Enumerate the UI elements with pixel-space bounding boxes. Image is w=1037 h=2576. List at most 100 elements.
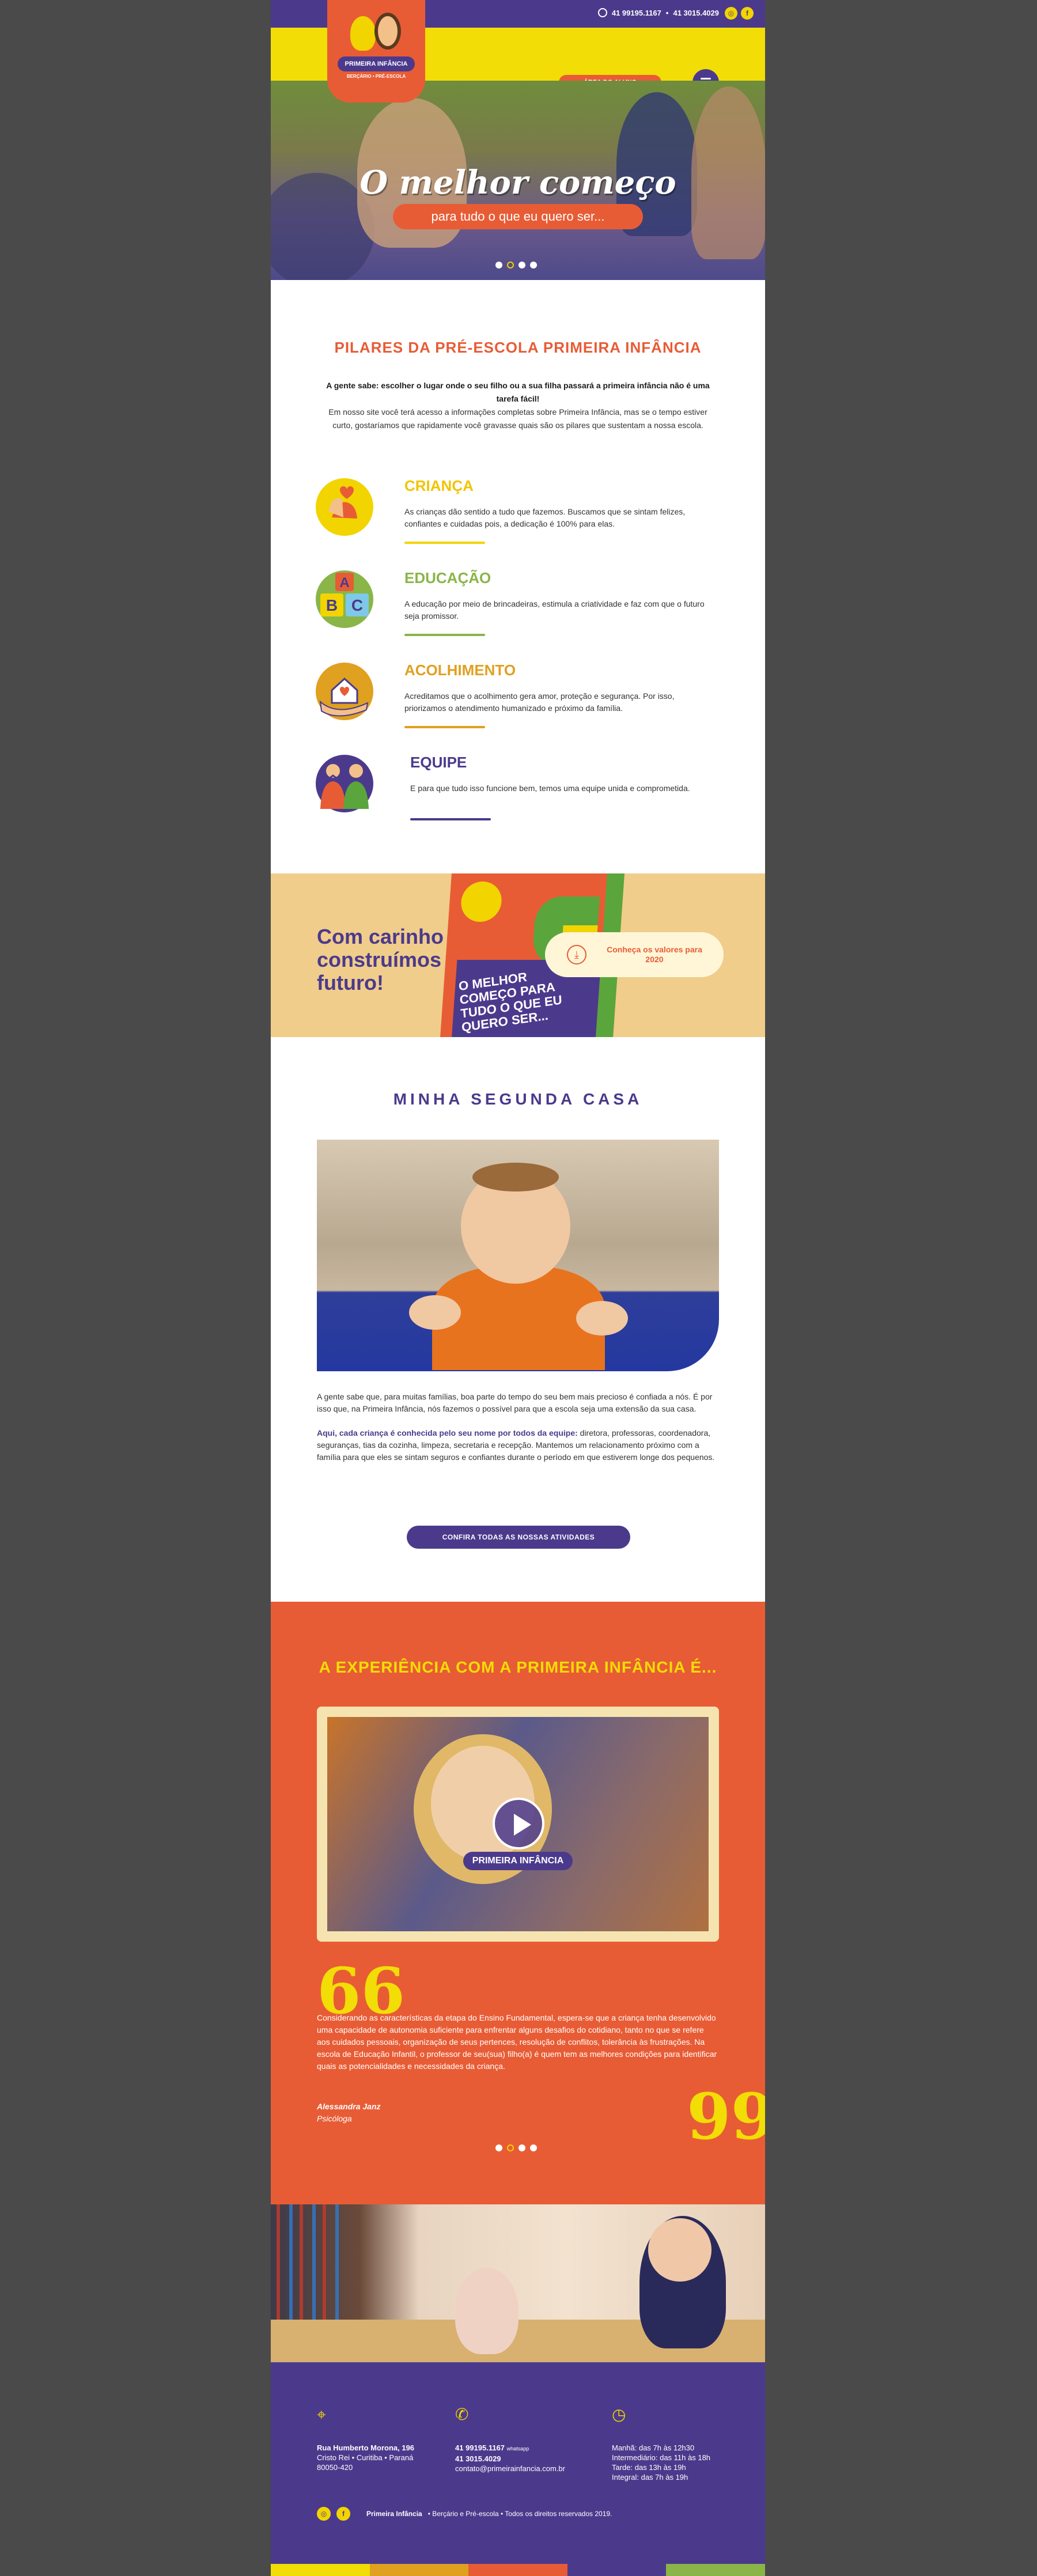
location-pin-icon: ⌖ — [317, 2405, 326, 2423]
valores-banner: Com carinho construímos o futuro! O MELH… — [271, 873, 765, 1037]
footer-hours: Manhã: das 7h às 12h30 Intermediário: da… — [612, 2443, 710, 2482]
house-hand-icon — [316, 663, 373, 720]
pillar-text: E para que tudo isso funcione bem, temos… — [410, 784, 690, 793]
pillar-educacao: A B C EDUCAÇÃO A educação por meio de br… — [315, 569, 729, 650]
slide-dot-active[interactable] — [507, 2144, 514, 2151]
pillar-text: A educação por meio de brincadeiras, est… — [404, 599, 705, 621]
casa-text: A gente sabe que, para muitas famílias, … — [317, 1391, 719, 1463]
atividades-button[interactable]: CONFIRA TODAS AS NOSSAS ATIVIDADES — [407, 1526, 630, 1549]
testimonial-pagination — [495, 2144, 537, 2151]
download-valores-button[interactable]: ⤓ Conheça os valores para 2020 — [545, 932, 724, 977]
facebook-icon[interactable]: f — [336, 2507, 350, 2521]
casa-title: MINHA SEGUNDA CASA — [393, 1090, 643, 1108]
phone-fixed[interactable]: 41 3015.4029 — [673, 9, 719, 17]
phone-whatsapp[interactable]: 41 99195.1167 — [612, 9, 661, 17]
hands-heart-icon — [316, 478, 373, 536]
hours-line: Manhã: das 7h às 12h30 — [612, 2443, 695, 2452]
download-icon: ⤓ — [567, 945, 586, 964]
hero-headline: O melhor começo — [359, 164, 676, 202]
open-quote-icon: 66 — [317, 1954, 406, 2028]
logo-subtitle: BERÇÁRIO • PRÉ-ESCOLA — [346, 74, 406, 79]
video-frame: PRIMEIRA INFÂNCIA — [317, 1707, 719, 1942]
pillar-title: EQUIPE — [410, 754, 467, 771]
footer-bottom: ◎ f Primeira Infância • Berçário e Pré-e… — [317, 2505, 612, 2522]
copyright-brand: Primeira Infância — [366, 2510, 422, 2518]
hours-line: Integral: das 7h às 19h — [612, 2473, 688, 2482]
hero-slider: O melhor começo para tudo o que eu quero… — [271, 81, 765, 280]
footer-phone[interactable]: 41 99195.1167 — [455, 2443, 505, 2452]
slide-dot[interactable] — [518, 262, 525, 268]
download-label: Conheça os valores para 2020 — [607, 945, 702, 964]
address-line: Cristo Rei • Curitiba • Paraná — [317, 2453, 414, 2462]
whatsapp-icon — [597, 8, 607, 17]
testimonial-quote: Considerando as características da etapa… — [317, 2013, 717, 2071]
pillar-underline — [404, 726, 485, 728]
svg-text:B: B — [326, 596, 338, 614]
whatsapp-icon: ✆ — [455, 2405, 469, 2423]
team-icon — [316, 755, 373, 812]
pillar-title: ACOLHIMENTO — [404, 661, 516, 679]
play-icon[interactable] — [493, 1798, 544, 1849]
clock-icon: ◷ — [612, 2405, 626, 2423]
casa-paragraph: A gente sabe que, para muitas famílias, … — [317, 1392, 713, 1413]
copyright-text: • Berçário e Pré-escola • Todos os direi… — [427, 2510, 612, 2518]
logo[interactable]: PRIMEIRA INFÂNCIA BERÇÁRIO • PRÉ-ESCOLA — [327, 0, 425, 103]
hours-line: Intermediário: das 11h às 18h — [612, 2453, 711, 2462]
footer: ⌖ ✆ ◷ Rua Humberto Morona, 196 Cristo Re… — [271, 2362, 765, 2564]
instagram-icon[interactable]: ◎ — [317, 2507, 331, 2521]
svg-text:A: A — [339, 575, 349, 591]
footer-color-bar — [271, 2564, 765, 2576]
pillar-underline — [404, 542, 485, 544]
svg-text:C: C — [351, 596, 363, 614]
brochure-logo — [460, 882, 503, 922]
author-name: Alessandra Janz — [317, 2102, 381, 2111]
hero-pagination — [495, 262, 537, 268]
pilares-title: PILARES DA PRÉ-ESCOLA PRIMEIRA INFÂNCIA — [334, 339, 702, 356]
author-role: Psicóloga — [317, 2114, 352, 2123]
intro-text: Em nosso site você terá acesso a informa… — [328, 407, 707, 430]
slide-dot-active[interactable] — [507, 262, 514, 268]
slide-dot[interactable] — [518, 2144, 525, 2151]
pillar-underline — [410, 818, 491, 820]
whatsapp-note: whatsapp — [506, 2446, 529, 2452]
instagram-icon[interactable]: ◎ — [725, 7, 737, 20]
intro-bold: A gente sabe: escolher o lugar onde o se… — [326, 381, 710, 403]
experiencia-title: A EXPERIÊNCIA COM A PRIMEIRA INFÂNCIA É.… — [319, 1658, 717, 1676]
casa-paragraph: Aqui, cada criança é conhecida pelo seu … — [317, 1427, 719, 1463]
slide-dot[interactable] — [495, 2144, 502, 2151]
footer-contact: 41 99195.1167 whatsapp 41 3015.4029 cont… — [455, 2443, 565, 2473]
logo-kids-illustration — [350, 10, 402, 56]
abc-blocks-icon: A B C — [316, 570, 373, 628]
pillar-text: Acreditamos que o acolhimento gera amor,… — [404, 691, 675, 713]
baby-photo — [317, 1140, 719, 1371]
pilares-intro: A gente sabe: escolher o lugar onde o se… — [319, 379, 717, 432]
address-line: Rua Humberto Morona, 196 — [317, 2443, 415, 2452]
pillar-equipe: EQUIPE E para que tudo isso funcione bem… — [315, 754, 729, 834]
video-thumbnail[interactable]: PRIMEIRA INFÂNCIA — [327, 1717, 709, 1931]
slide-dot[interactable] — [530, 262, 537, 268]
experiencia-section: A EXPERIÊNCIA COM A PRIMEIRA INFÂNCIA É.… — [271, 1602, 765, 2204]
page: 41 99195.1167 • 41 3015.4029 ◎ f ÁREA DO… — [271, 0, 765, 2576]
footer-address: Rua Humberto Morona, 196 Cristo Rei • Cu… — [317, 2443, 414, 2472]
testimonial-author: Alessandra Janz Psicóloga — [317, 2101, 381, 2125]
logo-name: PRIMEIRA INFÂNCIA — [338, 56, 415, 71]
address-line: 80050-420 — [317, 2463, 353, 2472]
footer-phone[interactable]: 41 3015.4029 — [455, 2454, 501, 2463]
separator: • — [665, 8, 669, 17]
hero-tagline: para tudo o que eu quero ser... — [393, 204, 643, 229]
pillar-acolhimento: ACOLHIMENTO Acreditamos que o acolhiment… — [315, 661, 729, 742]
footer-email[interactable]: contato@primeirainfancia.com.br — [455, 2464, 565, 2473]
video-label: PRIMEIRA INFÂNCIA — [463, 1852, 573, 1870]
pillar-underline — [404, 634, 485, 636]
facebook-icon[interactable]: f — [741, 7, 754, 20]
pillar-title: CRIANÇA — [404, 477, 474, 494]
slide-dot[interactable] — [495, 262, 502, 268]
close-quote-icon: 99 — [687, 2079, 765, 2154]
contact-info: 41 99195.1167 • 41 3015.4029 — [597, 8, 719, 17]
casa-bold: Aqui, cada criança é conhecida pelo seu … — [317, 1428, 578, 1438]
pillar-title: EDUCAÇÃO — [404, 569, 491, 587]
hours-line: Tarde: das 13h às 19h — [612, 2463, 686, 2472]
pillar-crianca: CRIANÇA As crianças dão sentido a tudo q… — [315, 477, 729, 558]
slide-dot[interactable] — [530, 2144, 537, 2151]
pillar-text: As crianças dão sentido a tudo que fazem… — [404, 507, 686, 528]
